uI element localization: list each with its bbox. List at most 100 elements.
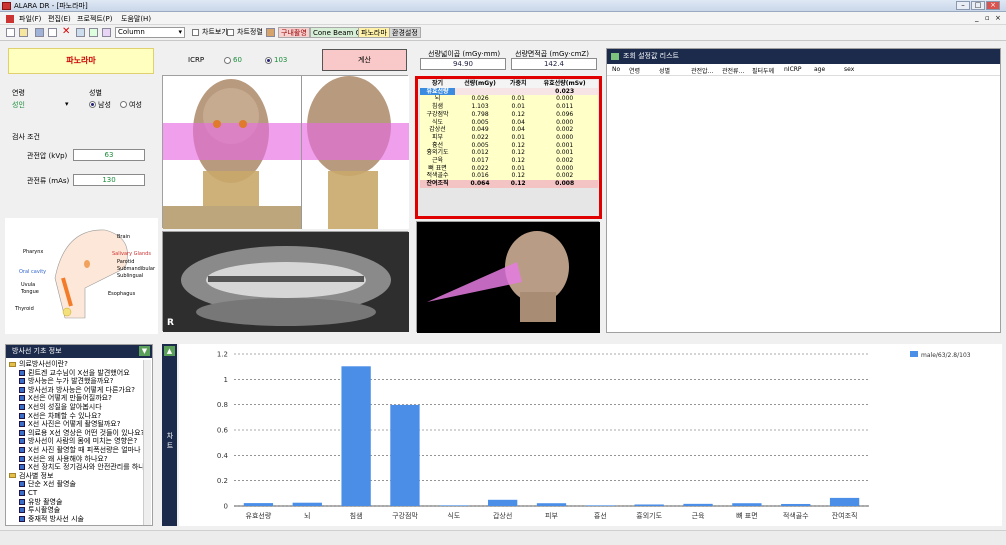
legend-swatch: [910, 351, 918, 357]
menu-file[interactable]: 파일(F): [19, 14, 41, 24]
dose-row[interactable]: 근육 0.017 0.12 0.002: [420, 157, 598, 165]
sex-male-radio[interactable]: [89, 101, 96, 108]
tree-item[interactable]: X선은 어떻게 만들어질까요?: [9, 394, 143, 403]
dap-field[interactable]: 94.90: [420, 58, 506, 70]
esophagus-label: Esophagus: [108, 291, 136, 297]
tree-item[interactable]: CT: [9, 489, 143, 498]
list-column-header[interactable]: sex: [844, 66, 854, 73]
icrp-60-radio[interactable]: [224, 57, 231, 64]
chart-align-checkbox[interactable]: [227, 29, 234, 36]
tree-item[interactable]: 방사선이 사람의 몸에 미치는 영향은?: [9, 437, 143, 446]
delete-icon[interactable]: ✕: [62, 26, 71, 37]
document-icon: [19, 464, 25, 471]
kvp-field[interactable]: 63: [73, 149, 145, 161]
dose-row[interactable]: 유효선량 0.023: [420, 87, 598, 96]
chart-tab-label: 차트: [166, 432, 174, 452]
tree-item[interactable]: 투시촬영술: [9, 506, 143, 515]
minimize-button[interactable]: –: [956, 1, 970, 10]
info-panel: 방사선 기초 정보 ▼ 의료방사선이란? 뢴트겐 교수님이 X선을 발견했어요 방사…: [5, 344, 153, 526]
close-button[interactable]: ×: [986, 1, 1000, 10]
mas-label: 관전류 (mAs): [27, 177, 70, 185]
icrp-103-radio[interactable]: [265, 57, 272, 64]
list-column-header[interactable]: 관전압...: [691, 66, 713, 75]
dose-header-cell: 선량(mGy): [464, 80, 496, 87]
mas-field[interactable]: 130: [73, 174, 145, 186]
list-column-header[interactable]: nICRP: [784, 66, 802, 73]
x-tick-label: 흉선: [594, 511, 607, 520]
beam-exposure-image: [417, 222, 600, 333]
dose-row[interactable]: 갑상선 0.049 0.04 0.002: [420, 126, 598, 134]
tree-item[interactable]: 방사능은 누가 발견했을까요?: [9, 377, 143, 386]
tree-item[interactable]: 유방 촬영술: [9, 498, 143, 507]
tab-panorama[interactable]: 파노라마: [358, 27, 390, 38]
chevron-down-icon[interactable]: ▾: [65, 100, 69, 108]
settings-list-panel: 조회 설정값 리스트 No 연령 성별 관전압... 관전류... 필터두께 nICRP ag…: [606, 48, 1001, 333]
tree-item[interactable]: 단순 X선 촬영술: [9, 480, 143, 489]
sex-female-radio[interactable]: [120, 101, 127, 108]
bar: [341, 366, 371, 506]
tab-settings[interactable]: 환경설정: [389, 27, 421, 38]
expand-icon[interactable]: ▲: [164, 346, 175, 356]
tree-item[interactable]: X선 사진 촬영할 때 피폭선량은 얼마나: [9, 446, 143, 455]
copy-icon[interactable]: [48, 28, 57, 37]
settings-icon[interactable]: [102, 28, 111, 37]
info-scrollbar[interactable]: [143, 360, 151, 525]
list-column-header[interactable]: 성별: [659, 66, 670, 75]
tree-label: 의료방사선이란?: [19, 360, 68, 368]
dose-row[interactable]: 흉외기도 0.012 0.12 0.001: [420, 149, 598, 158]
list-column-header[interactable]: No: [612, 66, 620, 73]
dose-value-cell: 0.022: [455, 133, 506, 142]
menu-edit[interactable]: 편집(E): [48, 14, 71, 24]
list-column-header[interactable]: 관전류...: [722, 66, 744, 75]
dose-row[interactable]: 피부 0.022 0.01 0.000: [420, 133, 598, 142]
dose-row[interactable]: 뇌 0.026 0.01 0.000: [420, 95, 598, 104]
dose-row[interactable]: 잔여조직 0.064 0.12 0.008: [420, 180, 598, 188]
tree-item[interactable]: X선의 성질을 알아봅시다: [9, 403, 143, 412]
dap2-field[interactable]: 142.4: [511, 58, 597, 70]
menu-help[interactable]: 도움말(H): [121, 14, 151, 24]
list-column-header[interactable]: 필터두께: [752, 66, 774, 75]
print-icon[interactable]: [76, 28, 85, 37]
open-icon[interactable]: [19, 28, 28, 37]
age-dropdown[interactable]: 성인: [12, 100, 25, 110]
tree-label: 의료용 X선 영상은 어떤 것들이 있나요?: [28, 428, 143, 437]
dose-row[interactable]: 구강점막 0.798 0.12 0.096: [420, 110, 598, 119]
maximize-button[interactable]: □: [971, 1, 985, 10]
menu-project[interactable]: 프로젝트(P): [77, 14, 112, 24]
dose-row[interactable]: 적색골수 0.016 0.12 0.002: [420, 172, 598, 181]
mdi-minimize-icon[interactable]: _: [975, 14, 979, 22]
chart-type-select[interactable]: Column ▾: [115, 27, 185, 38]
tree-item[interactable]: X선 장치도 정기검사와 안전관리를 하나: [9, 463, 143, 472]
save-icon[interactable]: [35, 28, 44, 37]
tree-item[interactable]: X선 사진은 어떻게 촬영될까요?: [9, 420, 143, 429]
dose-value-cell: 0.01: [505, 133, 532, 142]
icrp-label: ICRP: [188, 56, 205, 64]
list-column-header[interactable]: age: [814, 66, 825, 73]
tree-item[interactable]: X선은 왜 사용해야 하나요?: [9, 455, 143, 464]
x-tick-label: 피부: [545, 511, 558, 520]
dose-value-cell: 0.12: [505, 141, 532, 150]
tree-item[interactable]: 중재적 방사선 시술: [9, 515, 143, 524]
mdi-close-icon[interactable]: ×: [995, 14, 1001, 22]
calculate-button[interactable]: 계산: [322, 49, 407, 71]
new-icon[interactable]: [6, 28, 15, 37]
pharynx-label: Pharynx: [23, 249, 44, 255]
chart-side-tab[interactable]: ▲ 차트: [162, 344, 177, 526]
export-icon[interactable]: [89, 28, 98, 37]
tree-item[interactable]: X선은 차폐할 수 있나요?: [9, 412, 143, 421]
tree-folder[interactable]: 의료방사선이란?: [9, 360, 143, 369]
info-panel-title: 방사선 기초 정보: [6, 345, 152, 358]
mdi-restore-icon[interactable]: ▫: [985, 14, 990, 22]
dose-value-cell: 0.016: [455, 172, 506, 181]
chart-view-checkbox[interactable]: [192, 29, 199, 36]
list-column-header[interactable]: 연령: [629, 66, 640, 75]
bar: [536, 503, 567, 506]
x-tick-label: 뇌: [304, 511, 310, 520]
person-icon[interactable]: [266, 28, 275, 37]
tab-intraoral[interactable]: 구내촬영: [278, 27, 310, 38]
left-controls: 파노라마 연령 성별 성인 ▾ 남성 여성 검사 조건 관전압 (kVp) 63…: [3, 44, 156, 218]
dose-row[interactable]: 침샘 1.103 0.01 0.011: [420, 103, 598, 111]
dose-row[interactable]: 식도 0.005 0.04 0.000: [420, 118, 598, 127]
collapse-icon[interactable]: ▼: [139, 346, 150, 356]
tree-item[interactable]: 뢴트겐 교수님이 X선을 발견했어요: [9, 369, 143, 378]
